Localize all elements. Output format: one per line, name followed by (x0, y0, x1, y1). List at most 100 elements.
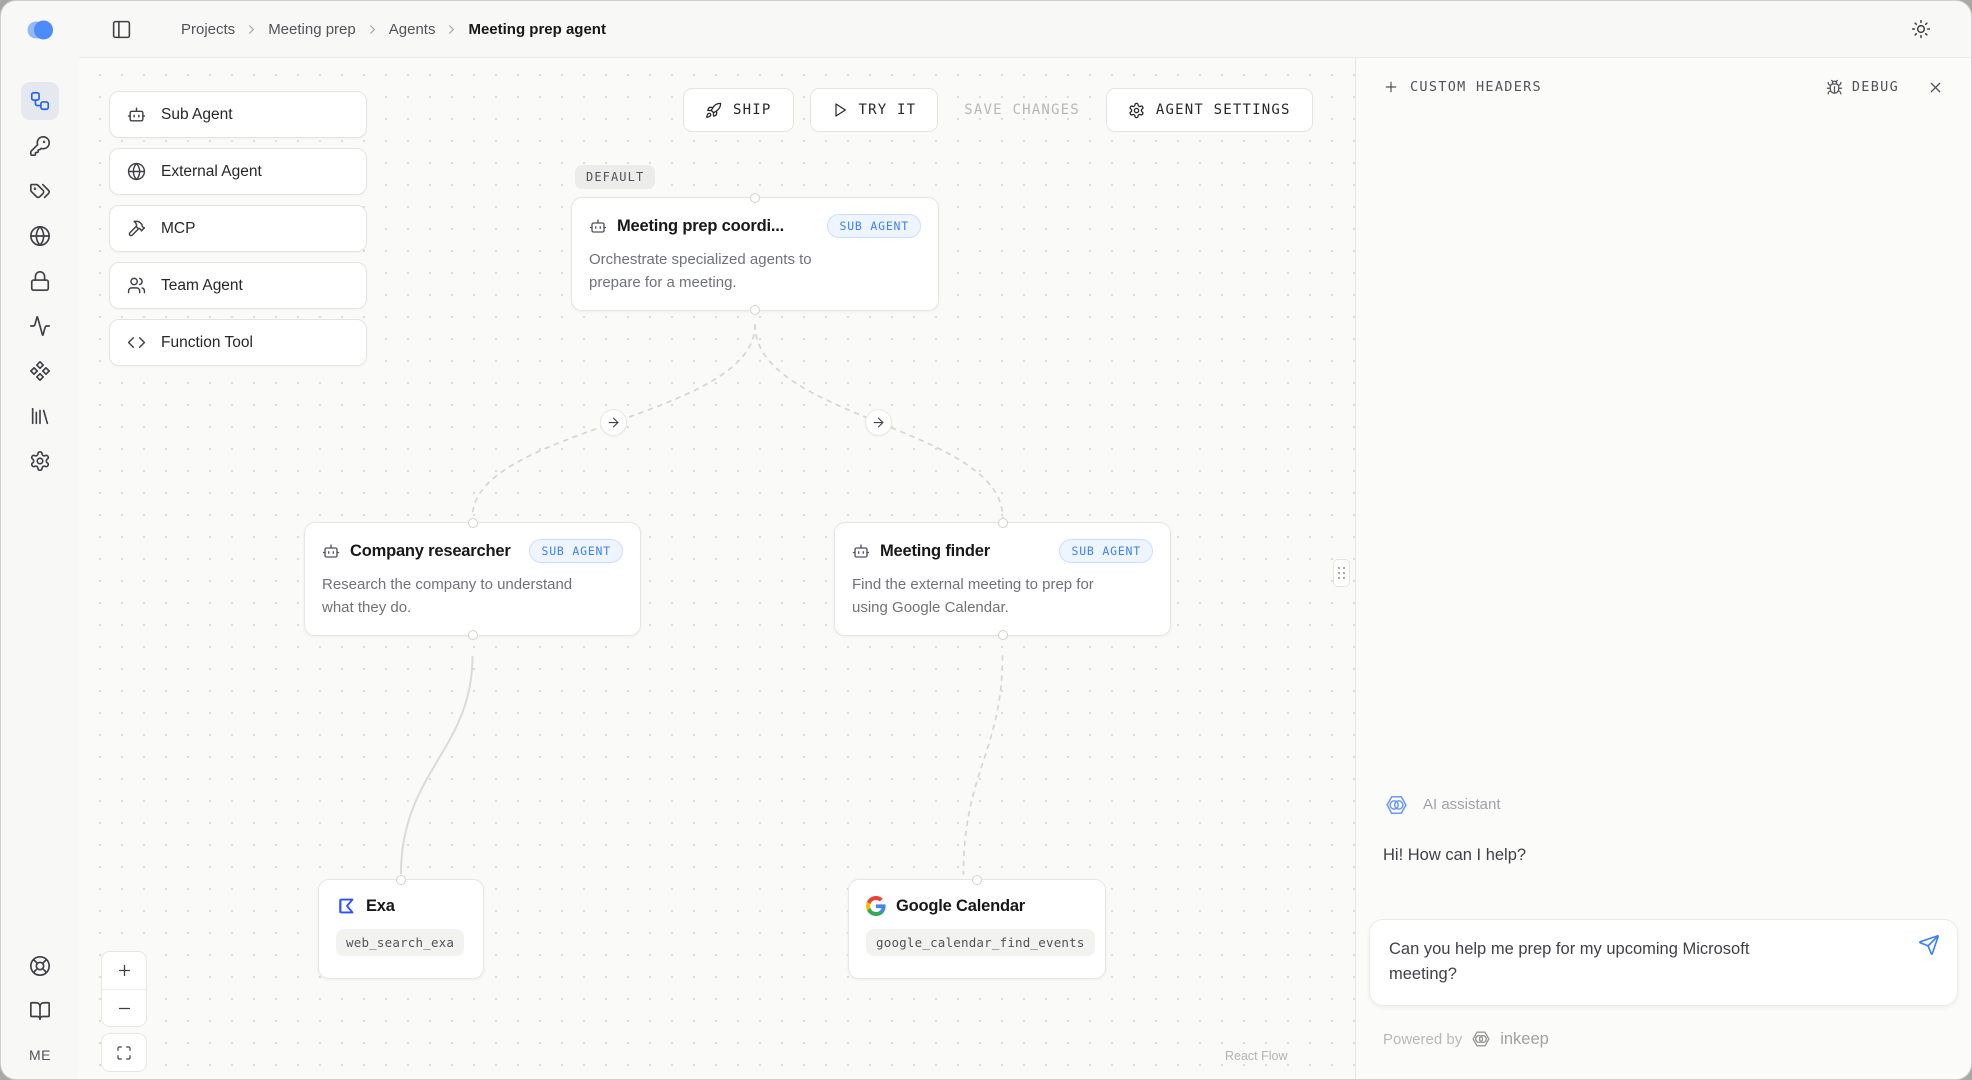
ship-label: SHIP (733, 102, 772, 118)
palette-item-label: Function Tool (161, 334, 253, 352)
node-exa-tool[interactable]: Exa web_search_exa (318, 879, 484, 979)
key-icon (29, 135, 51, 157)
node-google-calendar-tool[interactable]: Google Calendar google_calendar_find_eve… (848, 879, 1106, 979)
powered-by-link[interactable]: Powered by inkeep (1356, 1029, 1971, 1049)
sidebar-item-library[interactable] (21, 397, 59, 435)
assistant-label: AI assistant (1423, 796, 1501, 813)
debug-label: DEBUG (1852, 79, 1899, 95)
zoom-out-icon (116, 1000, 133, 1017)
sun-icon (1911, 19, 1931, 39)
breadcrumb: Projects Meeting prep Agents Meeting pre… (181, 21, 606, 38)
custom-headers-label: CUSTOM HEADERS (1410, 79, 1542, 95)
palette-item-label: MCP (161, 220, 195, 238)
fit-view-button[interactable] (102, 1034, 146, 1071)
palette-item-mcp[interactable]: MCP (109, 205, 367, 252)
sub-agent-badge: SUB AGENT (1059, 539, 1153, 563)
edge-relation-marker (600, 409, 627, 436)
rocket-icon (705, 102, 722, 119)
inkeep-assistant-icon (1383, 793, 1410, 817)
debug-button[interactable]: DEBUG (1826, 79, 1899, 96)
sidebar-item-keys[interactable] (21, 127, 59, 165)
react-flow-attribution[interactable]: React Flow (1225, 1049, 1288, 1063)
close-panel-button[interactable] (1927, 79, 1944, 96)
add-custom-headers-button[interactable]: CUSTOM HEADERS (1383, 79, 1542, 95)
save-changes-label: SAVE CHANGES (964, 102, 1080, 118)
tool-name-pill: web_search_exa (336, 929, 464, 956)
sidebar-item-settings[interactable] (21, 442, 59, 480)
send-button[interactable] (1918, 934, 1940, 965)
content-row: Sub Agent External Agent MCP Team Agent (79, 58, 1971, 1079)
maximize-icon (116, 1045, 132, 1061)
palette-item-external-agent[interactable]: External Agent (109, 148, 367, 195)
save-changes-button[interactable]: SAVE CHANGES (954, 88, 1090, 132)
ship-button[interactable]: SHIP (683, 88, 794, 132)
bot-icon (322, 542, 340, 560)
zoom-in-button[interactable] (102, 952, 146, 989)
node-meeting-finder[interactable]: Meeting finder SUB AGENT Find the extern… (834, 522, 1171, 636)
bug-icon (1826, 79, 1843, 96)
globe-icon (29, 225, 51, 247)
settings-icon (1128, 102, 1145, 119)
node-palette: Sub Agent External Agent MCP Team Agent (109, 91, 367, 366)
try-it-button[interactable]: TRY IT (810, 88, 939, 132)
library-icon (29, 405, 51, 427)
node-handle-bottom[interactable] (468, 630, 478, 640)
flow-canvas[interactable]: Sub Agent External Agent MCP Team Agent (79, 58, 1355, 1079)
component-icon (29, 360, 51, 382)
help-button[interactable] (21, 947, 59, 985)
bot-icon (589, 217, 607, 235)
node-description: Orchestrate specialized agents to prepar… (589, 249, 921, 294)
node-meeting-prep-coordinator[interactable]: Meeting prep coordi... SUB AGENT Orchest… (571, 197, 939, 311)
palette-item-function-tool[interactable]: Function Tool (109, 319, 367, 366)
node-handle-top[interactable] (468, 518, 478, 528)
zoom-controls (101, 951, 147, 1027)
chat-input[interactable]: Can you help me prep for my upcoming Mic… (1369, 919, 1958, 1006)
agent-settings-label: AGENT SETTINGS (1156, 102, 1291, 118)
panel-left-icon (111, 19, 132, 40)
user-avatar[interactable]: ME (29, 1047, 51, 1063)
life-buoy-icon (29, 955, 51, 977)
users-icon (127, 276, 146, 295)
sidebar-item-external[interactable] (21, 217, 59, 255)
tags-icon (29, 180, 51, 202)
sidebar-item-tags[interactable] (21, 172, 59, 210)
inkeep-logo (24, 17, 56, 48)
palette-item-label: Sub Agent (161, 106, 233, 124)
globe-icon (127, 162, 146, 181)
palette-item-team-agent[interactable]: Team Agent (109, 262, 367, 309)
theme-toggle-button[interactable] (1905, 13, 1937, 45)
sidebar-item-activity[interactable] (21, 307, 59, 345)
node-company-researcher[interactable]: Company researcher SUB AGENT Research th… (304, 522, 641, 636)
lock-icon (29, 270, 51, 292)
agent-settings-button[interactable]: AGENT SETTINGS (1106, 88, 1313, 132)
docs-button[interactable] (21, 992, 59, 1030)
node-handle-top[interactable] (972, 875, 982, 885)
node-title: Meeting finder (880, 542, 990, 561)
node-title: Google Calendar (896, 897, 1025, 916)
sidebar-item-graph[interactable] (21, 82, 59, 120)
zoom-out-button[interactable] (102, 989, 146, 1026)
node-handle-top[interactable] (750, 193, 760, 203)
panel-resize-grip[interactable] (1333, 559, 1350, 587)
node-handle-bottom[interactable] (998, 630, 1008, 640)
breadcrumb-projects[interactable]: Projects (181, 21, 235, 38)
google-logo (866, 896, 886, 916)
breadcrumb-meeting-prep[interactable]: Meeting prep (268, 21, 356, 38)
breadcrumb-agents[interactable]: Agents (389, 21, 436, 38)
chat-input-text-line: meeting? (1389, 962, 1901, 988)
play-icon (832, 102, 848, 118)
powered-by-label: Powered by (1383, 1031, 1462, 1048)
code-icon (127, 333, 146, 352)
node-handle-bottom[interactable] (750, 305, 760, 315)
palette-item-sub-agent[interactable]: Sub Agent (109, 91, 367, 138)
sidebar-item-components[interactable] (21, 352, 59, 390)
bot-icon (852, 542, 870, 560)
edge-relation-marker (865, 409, 892, 436)
node-handle-top[interactable] (998, 518, 1008, 528)
sidebar-item-credentials[interactable] (21, 262, 59, 300)
tool-name-pill: google_calendar_find_events (866, 929, 1095, 956)
node-handle-top[interactable] (396, 875, 406, 885)
default-tag: DEFAULT (575, 165, 655, 189)
panel-toggle-button[interactable] (105, 13, 137, 45)
book-open-icon (29, 1000, 51, 1022)
